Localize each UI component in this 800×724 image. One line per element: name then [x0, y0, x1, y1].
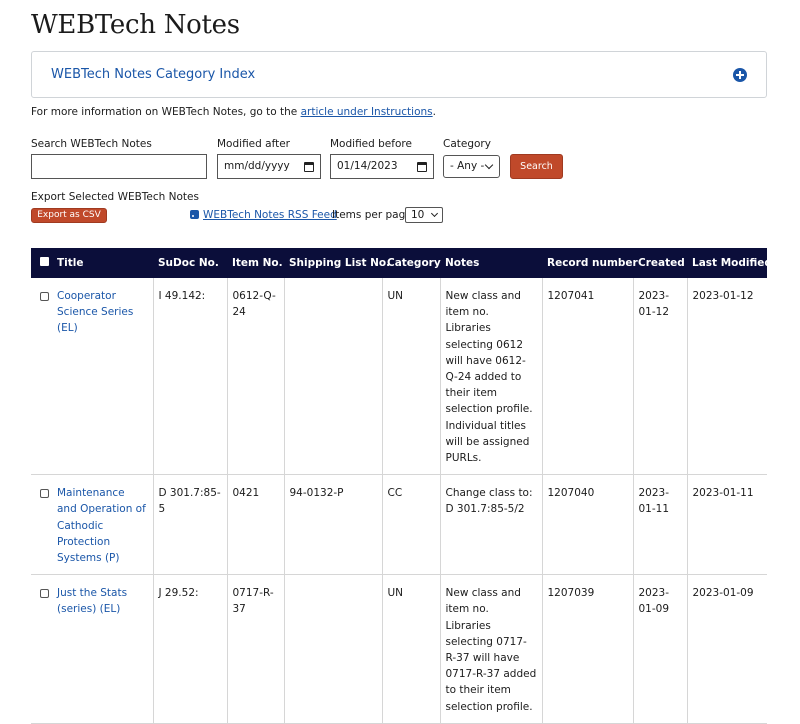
- modified-after-value: mm/dd/yyyy: [224, 160, 290, 172]
- column-header[interactable]: SuDoc No.: [153, 248, 227, 278]
- modified-before-value: 01/14/2023: [337, 160, 398, 172]
- calendar-icon[interactable]: [417, 162, 427, 172]
- calendar-icon[interactable]: [304, 162, 314, 172]
- modified-cell: 2023-01-09: [687, 574, 767, 724]
- sudoc-cell: J 29.52:: [153, 574, 228, 724]
- export-label: Export Selected WEBTech Notes: [31, 191, 199, 203]
- rss-feed-link[interactable]: WEBTech Notes RSS Feed: [190, 209, 337, 221]
- note-title-link[interactable]: Cooperator Science Series (EL): [57, 290, 133, 334]
- search-label: Search WEBTech Notes: [31, 138, 152, 150]
- modified-before-input[interactable]: 01/14/2023: [330, 154, 434, 179]
- row-checkbox-cell[interactable]: [31, 574, 52, 724]
- rss-label: WEBTech Notes RSS Feed: [203, 209, 337, 221]
- row-checkbox[interactable]: [40, 292, 49, 301]
- column-header[interactable]: Last Modified: [687, 248, 772, 278]
- category-cell: UN: [382, 278, 441, 476]
- row-checkbox[interactable]: [40, 589, 49, 599]
- modified-after-input[interactable]: mm/dd/yyyy: [217, 154, 321, 179]
- category-cell: UN: [382, 574, 441, 724]
- info-text: For more information on WEBTech Notes, g…: [31, 106, 436, 118]
- modified-after-label: Modified after: [217, 138, 290, 150]
- table-header-row: Title SuDoc No. Item No. Shipping List N…: [31, 248, 772, 278]
- note-title-link[interactable]: Just the Stats (series) (EL): [57, 587, 127, 615]
- export-csv-button[interactable]: Export as CSV: [31, 208, 107, 223]
- chevron-down-icon: [484, 160, 494, 170]
- info-suffix: .: [432, 106, 436, 118]
- column-header[interactable]: Created: [633, 248, 687, 278]
- title-cell: Just the Stats (series) (EL): [52, 574, 154, 724]
- instructions-link[interactable]: article under Instructions: [301, 106, 433, 118]
- created-cell: 2023-01-09: [633, 574, 688, 724]
- items-per-page-value: 10: [411, 209, 425, 221]
- category-selected: - Any -: [450, 160, 485, 172]
- created-cell: 2023-01-12: [633, 278, 688, 476]
- page-title: WEBTech Notes: [31, 10, 240, 40]
- modified-cell: 2023-01-11: [687, 474, 767, 576]
- category-cell: CC: [382, 474, 441, 576]
- sudoc-cell: I 49.142:: [153, 278, 228, 476]
- record-cell: 1207041: [542, 278, 634, 476]
- shipping-cell: [284, 278, 383, 476]
- select-all-checkbox[interactable]: [31, 248, 52, 278]
- column-header[interactable]: Shipping List No.: [284, 248, 390, 278]
- category-label: Category: [443, 138, 491, 150]
- column-header[interactable]: Notes: [440, 248, 542, 278]
- note-title-link[interactable]: Maintenance and Operation of Cathodic Pr…: [57, 487, 146, 564]
- record-cell: 1207039: [542, 574, 634, 724]
- title-cell: Maintenance and Operation of Cathodic Pr…: [52, 474, 154, 576]
- notes-table: Title SuDoc No. Item No. Shipping List N…: [31, 248, 772, 724]
- accordion-title[interactable]: WEBTech Notes Category Index: [51, 67, 255, 82]
- category-select[interactable]: - Any -: [443, 155, 500, 178]
- table-row: Just the Stats (series) (EL) J 29.52: 07…: [31, 574, 767, 724]
- sudoc-cell: D 301.7:85-5: [153, 474, 228, 576]
- column-header[interactable]: Item No.: [227, 248, 284, 278]
- items-per-page-label: Items per page: [332, 209, 412, 221]
- modified-before-label: Modified before: [330, 138, 412, 150]
- chevron-down-icon: [430, 209, 439, 218]
- item-cell: 0421: [227, 474, 285, 576]
- search-input[interactable]: [31, 154, 207, 179]
- item-cell: 0717-R-37: [227, 574, 285, 724]
- category-index-accordion[interactable]: WEBTech Notes Category Index: [31, 51, 767, 98]
- column-header[interactable]: Title: [52, 248, 153, 278]
- checkbox[interactable]: [40, 257, 49, 266]
- notes-cell: New class and item no. Libraries selecti…: [440, 278, 543, 476]
- plus-circle-icon[interactable]: [733, 68, 747, 82]
- modified-cell: 2023-01-12: [687, 278, 767, 476]
- item-cell: 0612-Q-24: [227, 278, 285, 476]
- notes-cell: Change class to: D 301.7:85-5/2: [440, 474, 543, 576]
- table-row: Maintenance and Operation of Cathodic Pr…: [31, 474, 767, 576]
- table-row: Cooperator Science Series (EL) I 49.142:…: [31, 278, 767, 476]
- row-checkbox[interactable]: [40, 489, 49, 499]
- column-header[interactable]: Record number: [542, 248, 638, 278]
- search-button[interactable]: Search: [510, 154, 563, 179]
- items-per-page-select[interactable]: 10: [405, 207, 443, 223]
- column-header[interactable]: Category: [382, 248, 441, 278]
- notes-cell: New class and item no. Libraries selecti…: [440, 574, 543, 724]
- row-checkbox-cell[interactable]: [31, 278, 52, 476]
- shipping-cell: 94-0132-P: [284, 474, 383, 576]
- record-cell: 1207040: [542, 474, 634, 576]
- rss-icon: [190, 210, 199, 219]
- row-checkbox-cell[interactable]: [31, 474, 52, 576]
- shipping-cell: [284, 574, 383, 724]
- title-cell: Cooperator Science Series (EL): [52, 278, 154, 476]
- info-prefix: For more information on WEBTech Notes, g…: [31, 106, 301, 118]
- created-cell: 2023-01-11: [633, 474, 688, 576]
